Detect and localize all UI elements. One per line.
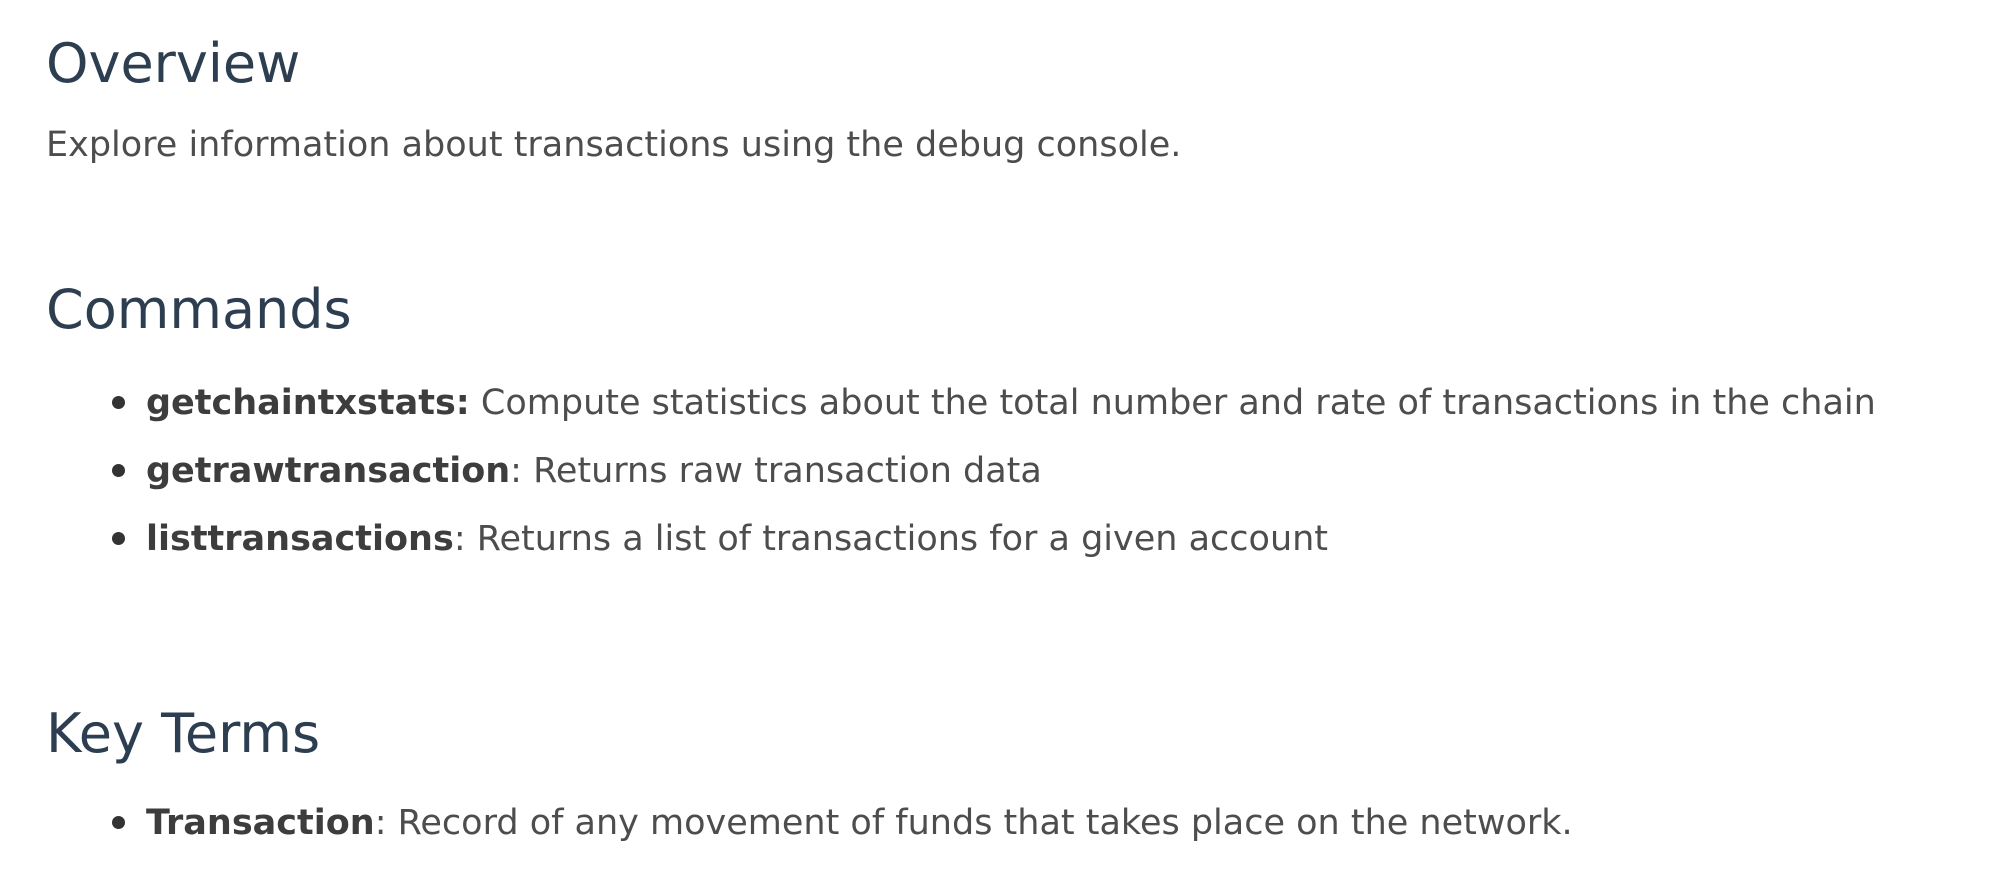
bullet-icon [112, 464, 125, 477]
command-term: getchaintxstats: [146, 383, 470, 423]
key-terms-heading: Key Terms [46, 702, 321, 765]
bullet-icon [112, 816, 125, 829]
command-description: Compute statistics about the total numbe… [469, 383, 1876, 423]
key-terms-list: Transaction: Record of any movement of f… [46, 789, 1992, 857]
commands-list: getchaintxstats: Compute statistics abou… [46, 369, 1992, 573]
list-item: Transaction: Record of any movement of f… [46, 789, 1992, 857]
commands-section: Commands getchaintxstats: Compute statis… [46, 283, 1992, 573]
key-term-description: : Record of any movement of funds that t… [374, 803, 1573, 843]
overview-text: Explore information about transactions u… [46, 125, 1182, 165]
command-term: listtransactions [146, 519, 454, 559]
key-term: Transaction [146, 803, 375, 843]
bullet-icon [112, 532, 125, 545]
list-item: listtransactions: Returns a list of tran… [46, 505, 1992, 573]
bullet-icon [112, 396, 125, 409]
command-description: : Returns raw transaction data [510, 451, 1042, 491]
command-term: getrawtransaction [146, 451, 511, 491]
document-page: Overview Explore information about trans… [0, 0, 1992, 857]
key-terms-section: Key Terms Transaction: Record of any mov… [46, 707, 1992, 857]
command-description: : Returns a list of transactions for a g… [453, 519, 1329, 559]
commands-heading: Commands [46, 278, 352, 341]
overview-heading: Overview [46, 32, 301, 95]
list-item: getrawtransaction: Returns raw transacti… [46, 437, 1992, 505]
overview-section: Overview Explore information about trans… [46, 0, 1992, 163]
list-item: getchaintxstats: Compute statistics abou… [46, 369, 1992, 437]
